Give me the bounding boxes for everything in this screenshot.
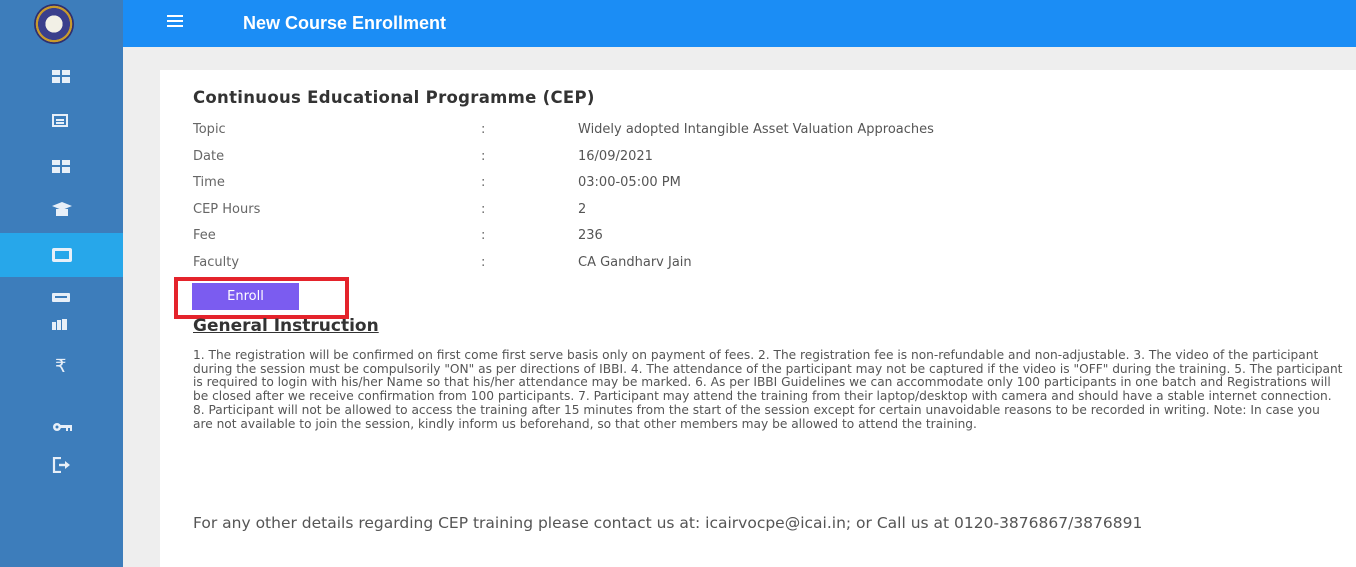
detail-value: Widely adopted Intangible Asset Valuatio…: [578, 122, 934, 137]
instructions-body: 1. The registration will be confirmed on…: [193, 348, 1343, 431]
list-icon: [52, 114, 68, 127]
detail-separator: :: [481, 175, 486, 190]
new-badge-icon: [52, 293, 70, 302]
top-bar: New Course Enrollment: [123, 0, 1356, 47]
sidebar-item-dashboard-2[interactable]: [0, 143, 123, 187]
detail-label: CEP Hours: [193, 202, 261, 217]
key-icon: [53, 423, 72, 431]
sidebar-item-payments[interactable]: ₹: [0, 345, 123, 389]
detail-label: Date: [193, 149, 225, 164]
books-icon: [52, 319, 67, 330]
detail-separator: :: [481, 149, 486, 164]
icai-logo[interactable]: [34, 4, 74, 44]
detail-label: Faculty: [193, 255, 240, 270]
detail-separator: :: [481, 122, 486, 137]
detail-value: 236: [578, 228, 603, 243]
detail-label: Time: [193, 175, 225, 190]
rupee-icon: ₹: [55, 356, 67, 377]
card-icon: [52, 248, 72, 262]
detail-separator: :: [481, 255, 486, 270]
sidebar-item-dashboard[interactable]: [0, 54, 123, 98]
hamburger-menu-icon[interactable]: [167, 15, 183, 27]
course-card: Continuous Educational Programme (CEP) T…: [160, 70, 1356, 567]
detail-value: CA Gandharv Jain: [578, 255, 692, 270]
sidebar-item-list[interactable]: [0, 98, 123, 142]
detail-label: Topic: [193, 122, 226, 137]
detail-value: 16/09/2021: [578, 149, 653, 164]
sidebar-item-logout[interactable]: [0, 443, 123, 487]
detail-label: Fee: [193, 228, 216, 243]
page-title: New Course Enrollment: [243, 13, 447, 33]
graduation-cap-icon: [52, 202, 72, 216]
instructions-title: General Instruction: [193, 316, 379, 336]
detail-separator: :: [481, 228, 486, 243]
dashboard-icon: [52, 70, 70, 83]
sidebar-item-courses[interactable]: [0, 187, 123, 231]
dashboard-icon: [52, 160, 70, 173]
enroll-button[interactable]: Enroll: [192, 283, 299, 310]
sidebar: ₹: [0, 0, 123, 567]
sidebar-item-library[interactable]: [0, 304, 123, 348]
program-title: Continuous Educational Programme (CEP): [193, 88, 595, 107]
sidebar-item-enrollment[interactable]: [0, 233, 123, 277]
detail-value: 03:00-05:00 PM: [578, 175, 681, 190]
detail-separator: :: [481, 202, 486, 217]
contact-info: For any other details regarding CEP trai…: [193, 514, 1143, 532]
logout-icon: [52, 457, 70, 473]
detail-value: 2: [578, 202, 587, 217]
